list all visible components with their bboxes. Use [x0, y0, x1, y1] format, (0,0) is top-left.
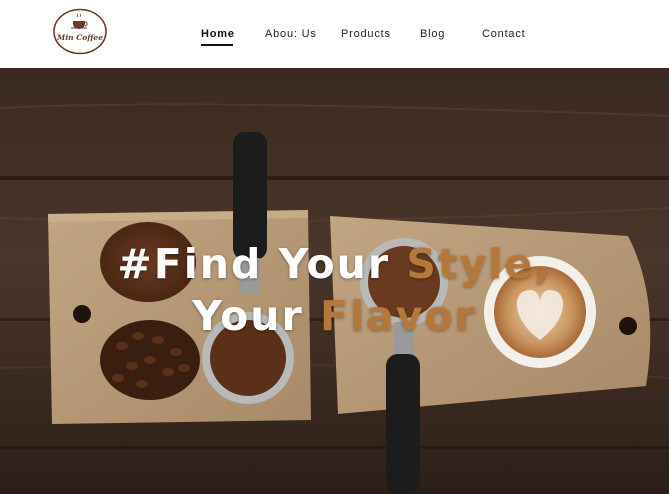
nav-about-us[interactable]: Abou: Us [265, 28, 317, 40]
active-nav-indicator [201, 44, 233, 46]
hero-headline-line1: #Find Your Style, [0, 238, 669, 290]
nav-blog[interactable]: Blog [420, 28, 445, 40]
headline-text-white: #Find Your [117, 240, 407, 288]
hero-banner: #Find Your Style, Your Flavor [0, 68, 669, 494]
nav-products[interactable]: Products [341, 28, 391, 40]
nav-home[interactable]: Home [201, 28, 235, 40]
headline-text-white: Your [192, 292, 320, 340]
site-header: Min Coffee Home Abou: Us Products Blog C… [0, 0, 669, 68]
headline-text-accent: Flavor [319, 292, 477, 340]
headline-text-accent: Style, [406, 240, 552, 288]
hero-headline-line2: Your Flavor [0, 290, 669, 342]
main-nav: Home Abou: Us Products Blog Contact [0, 0, 669, 68]
nav-contact[interactable]: Contact [482, 28, 526, 40]
